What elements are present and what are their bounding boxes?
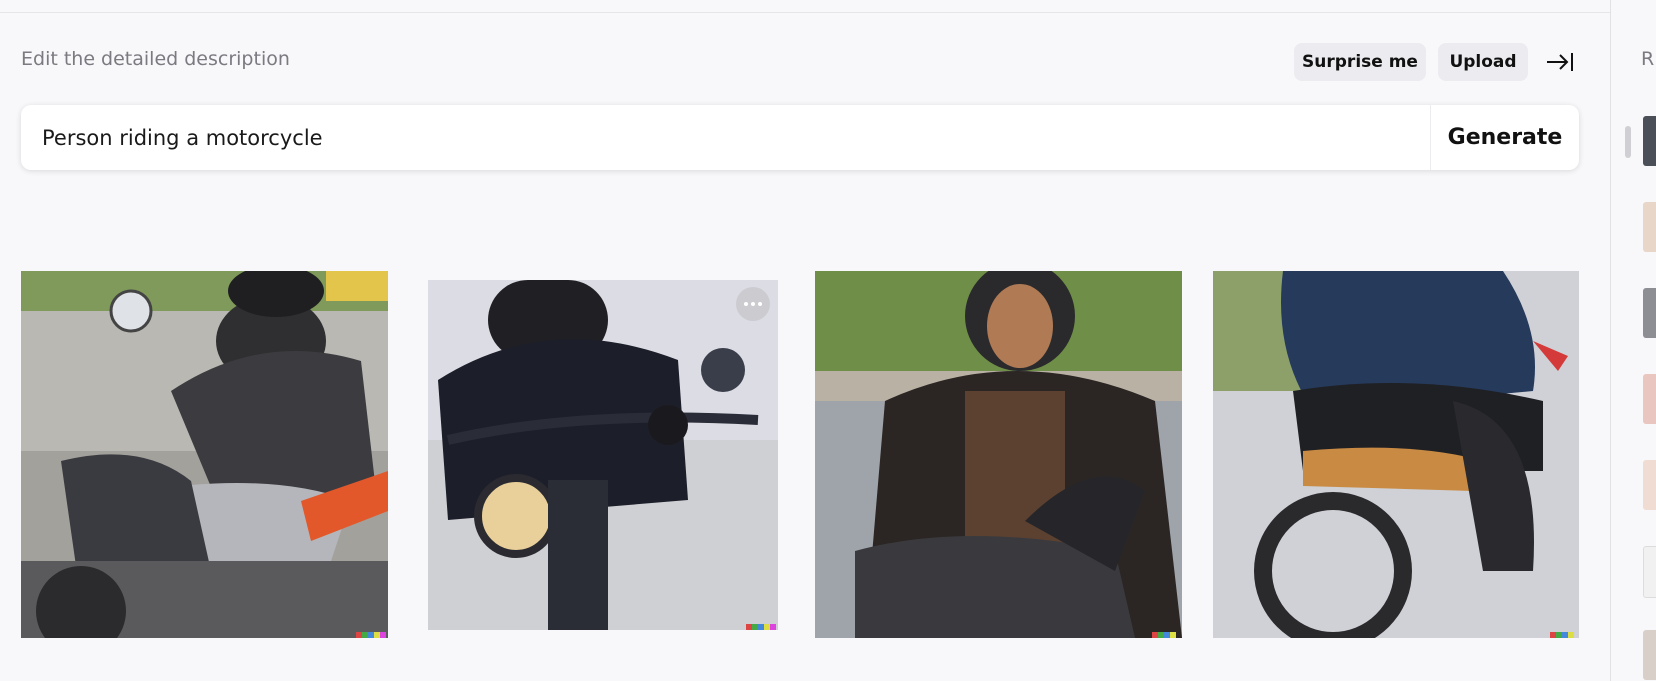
- history-sidebar: R: [1610, 0, 1656, 681]
- prompt-input[interactable]: [42, 105, 1422, 170]
- history-thumbnail[interactable]: [1643, 460, 1656, 510]
- ellipsis-icon[interactable]: [736, 287, 770, 321]
- history-thumbnail[interactable]: [1643, 202, 1656, 252]
- sidebar-title: R: [1641, 48, 1655, 70]
- surprise-me-button[interactable]: Surprise me: [1294, 43, 1426, 81]
- result-image-4[interactable]: [1213, 271, 1579, 638]
- arrow-right-bar-icon[interactable]: [1545, 48, 1575, 76]
- generate-button[interactable]: Generate: [1431, 105, 1579, 170]
- history-thumbnail[interactable]: [1643, 374, 1656, 424]
- history-thumbnail[interactable]: [1643, 116, 1656, 166]
- upload-button[interactable]: Upload: [1438, 43, 1528, 81]
- editor-panel: Edit the detailed description Surprise m…: [0, 0, 1610, 681]
- result-image-1[interactable]: [21, 271, 388, 638]
- history-thumbnail[interactable]: [1643, 288, 1656, 338]
- scrollbar-handle[interactable]: [1625, 126, 1631, 158]
- history-thumbnail[interactable]: [1643, 546, 1656, 598]
- prompt-bar: Generate: [21, 105, 1579, 170]
- history-thumbnail[interactable]: [1643, 630, 1656, 680]
- result-image-3[interactable]: [815, 271, 1182, 638]
- prompt-heading: Edit the detailed description: [21, 48, 290, 70]
- result-image-2[interactable]: [428, 280, 778, 630]
